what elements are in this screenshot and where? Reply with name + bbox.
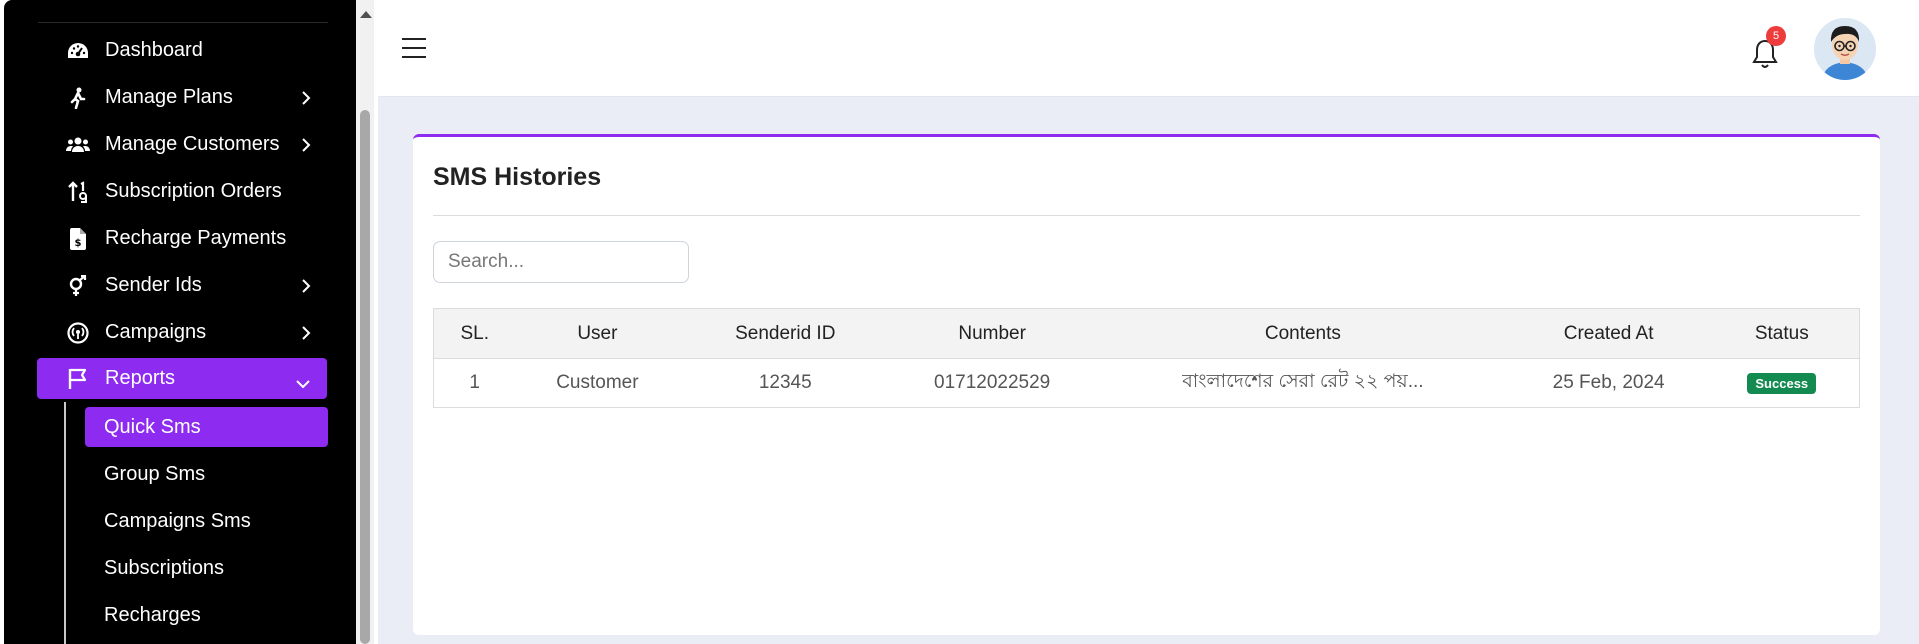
sidebar-item-manage-customers[interactable]: Manage Customers — [37, 124, 327, 165]
invoice-dollar-icon: $ — [63, 227, 93, 250]
venus-mars-icon — [63, 274, 93, 297]
walking-icon — [63, 87, 93, 109]
submenu-item-campaigns-sms[interactable]: Campaigns Sms — [85, 501, 328, 541]
column-header-created-at[interactable]: Created At — [1512, 308, 1705, 359]
table-row[interactable]: 1 Customer 12345 01712022529 বাংলাদেশের … — [433, 358, 1860, 408]
chevron-right-icon — [301, 136, 311, 159]
table-header-row: SL. User Senderid ID Number Contents Cre… — [433, 308, 1860, 359]
chevron-right-icon — [301, 324, 311, 347]
menu-toggle-icon[interactable] — [402, 38, 426, 60]
sidebar-item-label: Dashboard — [105, 39, 203, 61]
submenu-item-quick-sms[interactable]: Quick Sms — [85, 407, 328, 447]
card-divider — [433, 215, 1860, 216]
sidebar-item-label: Reports — [105, 367, 176, 389]
cell-status: Success — [1704, 358, 1860, 408]
column-header-sl[interactable]: SL. — [433, 308, 516, 359]
sidebar-item-manage-plans[interactable]: Manage Plans — [37, 77, 327, 118]
sidebar-divider — [38, 22, 328, 23]
column-header-contents[interactable]: Contents — [1093, 308, 1513, 359]
sidebar-item-label: Recharge Payments — [105, 227, 287, 249]
cell-user: Customer — [515, 358, 680, 408]
cell-sl: 1 — [433, 358, 516, 408]
sidebar-scrollbar[interactable] — [356, 0, 374, 644]
sidebar-item-sender-ids[interactable]: Sender Ids — [37, 265, 327, 306]
search-input[interactable] — [433, 241, 689, 283]
chevron-right-icon — [301, 89, 311, 112]
avatar[interactable] — [1814, 18, 1876, 80]
submenu-item-recharges[interactable]: Recharges — [85, 595, 328, 635]
sidebar-item-recharge-payments[interactable]: $ Recharge Payments — [37, 218, 327, 259]
column-header-status[interactable]: Status — [1704, 308, 1860, 359]
svg-text:$: $ — [75, 238, 82, 249]
sidebar-item-label: Manage Customers — [105, 133, 280, 155]
submenu-item-subscriptions[interactable]: Subscriptions — [85, 548, 328, 588]
submenu-item-group-sms[interactable]: Group Sms — [85, 454, 328, 494]
submenu-line — [64, 402, 66, 644]
column-header-senderid[interactable]: Senderid ID — [679, 308, 892, 359]
page-title: SMS Histories — [433, 163, 602, 191]
sidebar-item-label: Sender Ids — [105, 274, 202, 296]
sidebar-item-reports[interactable]: Reports — [37, 358, 327, 399]
flag-icon — [63, 368, 93, 390]
status-badge: Success — [1747, 373, 1817, 394]
sort-numeric-icon — [63, 180, 93, 203]
cell-senderid: 12345 — [679, 358, 892, 408]
chevron-right-icon — [301, 277, 311, 300]
sidebar-item-label: Manage Plans — [105, 86, 233, 108]
main-content: 5 SMS Histories Search... SL. User Sende… — [378, 0, 1919, 644]
users-icon — [63, 136, 93, 154]
gauge-icon — [63, 42, 93, 60]
cell-number: 01712022529 — [891, 358, 1094, 408]
cell-contents: বাংলাদেশের সেরা রেট ২২ পয়... — [1093, 358, 1513, 408]
sidebar-item-subscription-orders[interactable]: Subscription Orders — [37, 171, 327, 212]
notification-badge: 5 — [1766, 26, 1786, 46]
sidebar-item-campaigns[interactable]: Campaigns — [37, 312, 327, 353]
scroll-up-arrow-icon[interactable] — [360, 11, 372, 18]
sms-history-table: SL. User Senderid ID Number Contents Cre… — [433, 308, 1860, 408]
broadcast-icon — [63, 321, 93, 344]
chevron-down-icon — [295, 372, 311, 395]
scrollbar-thumb[interactable] — [360, 110, 370, 644]
cell-created-at: 25 Feb, 2024 — [1512, 358, 1705, 408]
column-header-number[interactable]: Number — [891, 308, 1094, 359]
sms-histories-card: SMS Histories SL. User Senderid ID Numbe… — [413, 134, 1880, 635]
top-header: 5 — [378, 0, 1919, 97]
sidebar: Dashboard Manage Plans Manage Customers … — [4, 0, 356, 644]
sidebar-item-dashboard[interactable]: Dashboard — [37, 30, 327, 71]
sidebar-item-label: Campaigns — [105, 321, 207, 343]
column-header-user[interactable]: User — [515, 308, 680, 359]
sidebar-item-label: Subscription Orders — [105, 180, 282, 202]
